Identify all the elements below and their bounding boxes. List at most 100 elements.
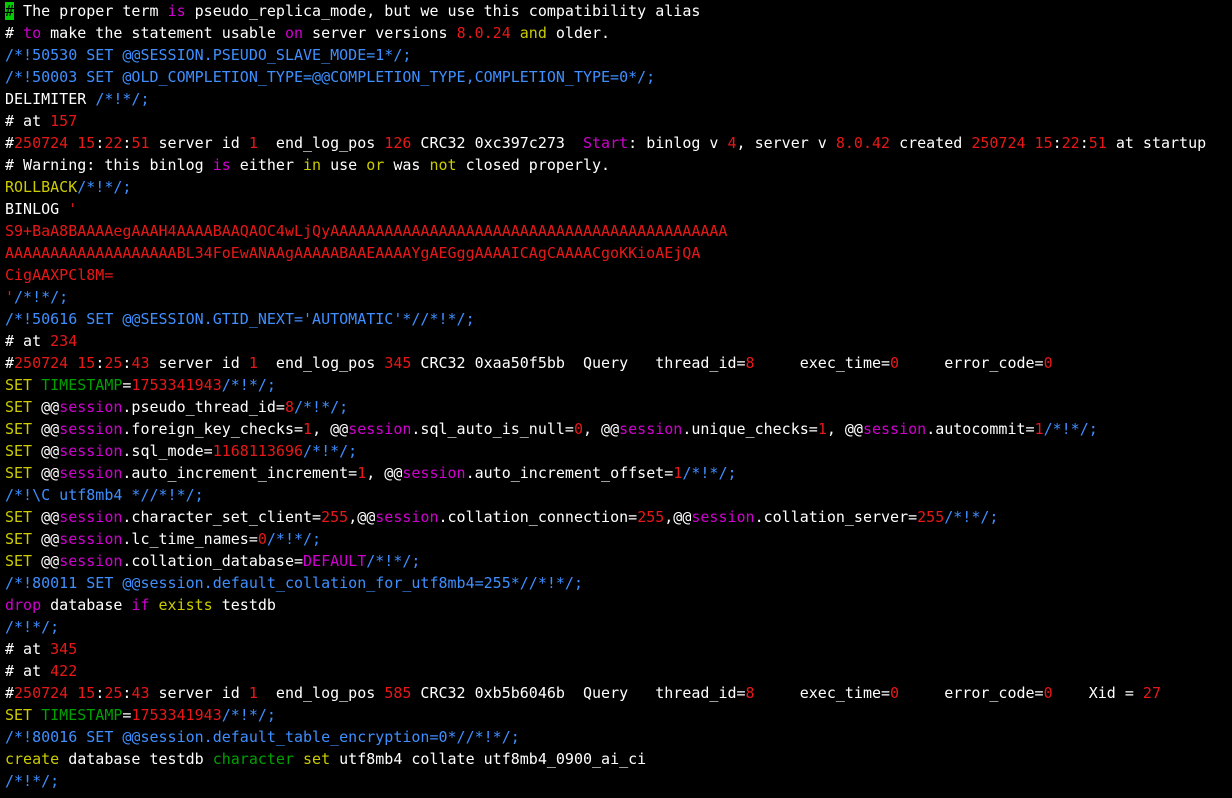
terminal-text-segment: /*!*/;: [5, 772, 60, 790]
terminal-text-segment: .unique_checks=: [682, 420, 818, 438]
terminal-text-segment: 1: [248, 684, 258, 702]
terminal-text-segment: Start: [583, 134, 629, 152]
terminal-text-segment: 250724 15: [14, 134, 96, 152]
terminal-text-segment: :: [95, 134, 105, 152]
terminal-text-segment: #: [5, 24, 24, 42]
terminal-text-segment: 1753341943: [131, 706, 222, 724]
terminal-line: #250724 15:25:43 server id 1 end_log_pos…: [5, 352, 1230, 374]
terminal-text-segment: # at: [5, 112, 51, 130]
terminal-text-segment: 1: [357, 464, 367, 482]
terminal-text-segment: 422: [50, 662, 78, 680]
terminal-text-segment: TIMESTAMP: [41, 706, 123, 724]
terminal-text-segment: # Warning: this binlog: [5, 156, 213, 174]
terminal-text-segment: :: [1052, 134, 1062, 152]
terminal-text-segment: database testdb: [59, 750, 213, 768]
terminal-text-segment: .lc_time_names=: [122, 530, 258, 548]
terminal-text-segment: session: [348, 420, 412, 438]
terminal-text-segment: , @@: [826, 420, 863, 438]
terminal-text-segment: either: [230, 156, 304, 174]
terminal-text-segment: .foreign_key_checks=: [122, 420, 304, 438]
terminal-text-segment: /*!*/;: [77, 178, 132, 196]
terminal-text-segment: in: [303, 156, 322, 174]
terminal-output[interactable]: # The proper term is pseudo_replica_mode…: [5, 0, 1230, 792]
terminal-text-segment: is: [167, 2, 186, 20]
terminal-text-segment: 8.0.42: [835, 134, 891, 152]
terminal-text-segment: session: [862, 420, 927, 438]
terminal-text-segment: if: [131, 596, 150, 614]
terminal-text-segment: ,@@: [348, 508, 376, 526]
terminal-text-segment: : binlog v: [628, 134, 728, 152]
terminal-text-segment: 585: [384, 684, 412, 702]
terminal-text-segment: 255: [637, 508, 665, 526]
terminal-text-segment: use: [321, 156, 367, 174]
terminal-text-segment: DEFAULT: [303, 552, 367, 570]
terminal-text-segment: 1: [248, 354, 258, 372]
terminal-text-segment: 1: [248, 134, 258, 152]
terminal-line: # at 157: [5, 110, 1230, 132]
terminal-text-segment: 8.0.24: [456, 24, 511, 42]
terminal-text-segment: /*!*/;: [1043, 420, 1098, 438]
terminal-text-segment: SET: [5, 706, 33, 724]
terminal-text-segment: or: [366, 156, 385, 174]
terminal-text-segment: SET: [5, 376, 33, 394]
terminal-text-segment: 43: [131, 354, 150, 372]
terminal-text-segment: is: [212, 156, 231, 174]
terminal-text-segment: SET: [5, 552, 33, 570]
terminal-text-segment: 22: [1061, 134, 1080, 152]
terminal-text-segment: 1168113696: [212, 442, 304, 460]
terminal-text-segment: :: [1079, 134, 1089, 152]
terminal-text-segment: exec_time=: [754, 684, 891, 702]
terminal-line: # at 234: [5, 330, 1230, 352]
terminal-text-segment: end_log_pos: [257, 134, 385, 152]
text-cursor: #: [5, 2, 15, 20]
terminal-text-segment: SET: [5, 442, 33, 460]
terminal-text-segment: 250724 15: [971, 134, 1053, 152]
terminal-text-segment: @@: [32, 420, 60, 438]
terminal-text-segment: session: [59, 552, 123, 570]
terminal-text-segment: set: [303, 750, 331, 768]
terminal-text-segment: /*!80011 SET @@session.default_collation…: [5, 574, 583, 592]
terminal-text-segment: .sql_auto_is_null=: [411, 420, 574, 438]
terminal-text-segment: drop: [5, 596, 42, 614]
terminal-text-segment: to: [23, 24, 42, 42]
terminal-line: /*!*/;: [5, 770, 1230, 792]
terminal-text-segment: ': [68, 200, 78, 218]
terminal-text-segment: , @@: [366, 464, 403, 482]
terminal-text-segment: SET: [5, 398, 33, 416]
terminal-text-segment: @@: [32, 530, 60, 548]
terminal-text-segment: session: [402, 464, 466, 482]
terminal-text-segment: 51: [131, 134, 150, 152]
terminal-text-segment: 0: [1043, 684, 1053, 702]
terminal-text-segment: , @@: [583, 420, 620, 438]
terminal-text-segment: /*!50003 SET @OLD_COMPLETION_TYPE=@@COMP…: [5, 68, 656, 86]
terminal-text-segment: AAAAAAAAAAAAAAAAAAABL34FoEwANAAgAAAAABAA…: [5, 244, 701, 262]
terminal-text-segment: 4: [727, 134, 737, 152]
terminal-text-segment: session: [59, 530, 123, 548]
terminal-text-segment: TIMESTAMP: [41, 376, 123, 394]
terminal-text-segment: .pseudo_thread_id=: [122, 398, 285, 416]
terminal-text-segment: pseudo_replica_mode, but we use this com…: [185, 2, 701, 20]
terminal-text-segment: 0: [257, 530, 267, 548]
terminal-text-segment: exists: [158, 596, 213, 614]
terminal-text-segment: 345: [50, 640, 78, 658]
terminal-line: SET @@session.lc_time_names=0/*!*/;: [5, 528, 1230, 550]
terminal-line: /*!50616 SET @@SESSION.GTID_NEXT='AUTOMA…: [5, 308, 1230, 330]
terminal-text-segment: make the statement usable: [41, 24, 285, 42]
terminal-text-segment: .collation_database=: [122, 552, 304, 570]
terminal-text-segment: S9+BaA8BAAAAegAAAH4AAAABAAQAOC4wLjQyAAAA…: [5, 222, 728, 240]
terminal-text-segment: 250724 15: [14, 354, 96, 372]
terminal-line: # Warning: this binlog is either in use …: [5, 154, 1230, 176]
terminal-line: SET TIMESTAMP=1753341943/*!*/;: [5, 704, 1230, 726]
terminal-text-segment: session: [619, 420, 683, 438]
terminal-text-segment: /*!*/;: [5, 618, 60, 636]
terminal-text-segment: CRC32 0xc397c273: [411, 134, 583, 152]
terminal-text-segment: was: [384, 156, 430, 174]
terminal-text-segment: .collation_server=: [754, 508, 918, 526]
terminal-text-segment: , @@: [312, 420, 349, 438]
terminal-text-segment: :: [95, 684, 105, 702]
terminal-text-segment: 0: [573, 420, 583, 438]
